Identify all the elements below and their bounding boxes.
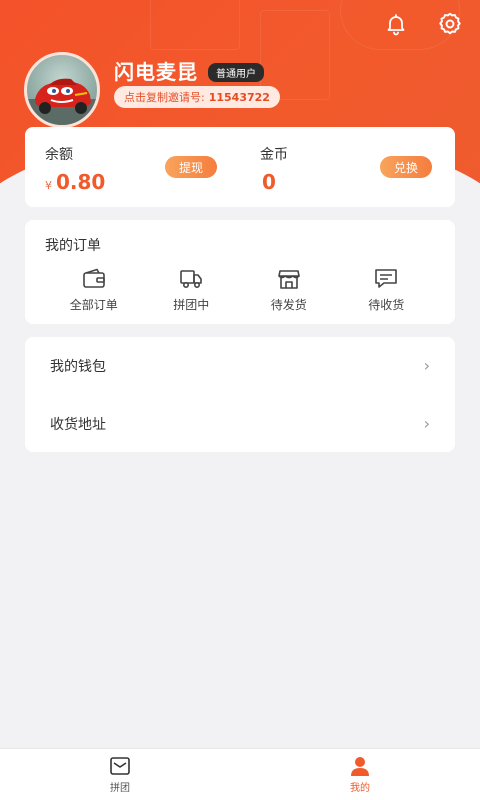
menu-item-label: 收货地址: [50, 416, 106, 433]
tab-label: 拼团: [110, 782, 130, 794]
orders-card: 我的订单 全部订单 拼团中 待发货 待收货: [25, 220, 455, 324]
order-to-ship-button[interactable]: 待发货: [244, 268, 334, 313]
orders-row: 全部订单 拼团中 待发货 待收货: [45, 268, 435, 313]
tab-group-buy[interactable]: 拼团: [0, 749, 240, 800]
copy-invite-code-button[interactable]: 点击复制邀请号: 11543722: [114, 86, 280, 108]
inbox-icon: [110, 756, 130, 775]
header-decoration: [150, 0, 240, 50]
balance-amount: 0.80: [56, 170, 106, 194]
exchange-button[interactable]: 兑换: [380, 156, 433, 178]
tab-mine[interactable]: 我的: [240, 749, 480, 800]
coins-label: 金币: [260, 147, 288, 163]
person-icon: [351, 756, 369, 776]
message-icon: [375, 269, 398, 288]
user-type-badge: 普通用户: [208, 63, 264, 82]
order-all-button[interactable]: 全部订单: [49, 268, 139, 313]
currency-symbol: ¥: [45, 179, 52, 192]
order-to-receive-label: 待收货: [368, 298, 405, 312]
orders-title: 我的订单: [45, 238, 101, 254]
car-avatar-image: [27, 78, 97, 125]
balance-card: 余额 ¥0.80 提现 金币 0 兑换: [25, 127, 455, 207]
invite-code: 11543722: [208, 90, 270, 104]
wallet-icon: [82, 268, 105, 288]
balance-label: 余额: [45, 147, 73, 163]
header-actions: [380, 8, 466, 40]
chevron-right-icon: ›: [423, 414, 430, 433]
balance-value: ¥0.80: [45, 170, 105, 194]
bell-icon[interactable]: [380, 8, 412, 40]
order-to-receive-button[interactable]: 待收货: [341, 268, 431, 313]
order-to-ship-label: 待发货: [270, 298, 307, 312]
store-icon: [277, 270, 300, 289]
truck-icon: [180, 270, 203, 289]
username: 闪电麦昆: [114, 60, 198, 84]
gear-icon[interactable]: [434, 8, 466, 40]
withdraw-button[interactable]: 提现: [165, 156, 218, 178]
order-grouping-label: 拼团中: [173, 298, 210, 312]
tab-label: 我的: [350, 782, 370, 794]
coins-value: 0: [262, 170, 276, 194]
order-all-label: 全部订单: [69, 298, 118, 312]
avatar[interactable]: [24, 52, 100, 128]
menu-item-address[interactable]: 收货地址 ›: [25, 395, 455, 452]
invite-prefix: 点击复制邀请号:: [124, 91, 205, 104]
menu-item-wallet[interactable]: 我的钱包 ›: [25, 337, 455, 394]
chevron-right-icon: ›: [423, 356, 430, 375]
menu-item-label: 我的钱包: [50, 358, 106, 375]
menu-card: 我的钱包 › 收货地址 ›: [25, 337, 455, 452]
order-grouping-button[interactable]: 拼团中: [146, 268, 236, 313]
bottom-tab-bar: 拼团 我的: [0, 748, 480, 800]
